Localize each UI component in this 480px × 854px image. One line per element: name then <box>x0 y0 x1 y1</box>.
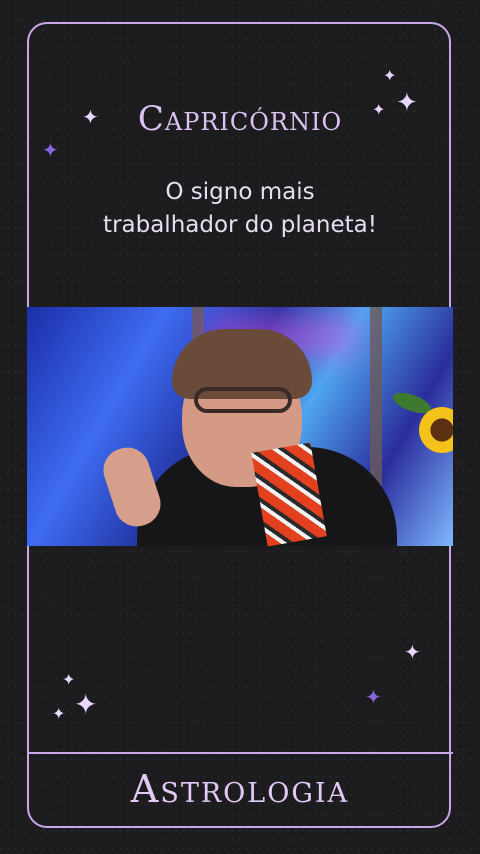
sunflower-shape <box>419 407 453 453</box>
sparkle-icon: ✦ <box>62 670 76 689</box>
sparkle-icon: ✦ <box>404 640 421 664</box>
sparkle-icon: ✦ <box>383 66 397 85</box>
page-title: Capricórnio <box>137 99 343 139</box>
presenter-glasses <box>194 387 292 413</box>
footer-divider <box>27 752 453 754</box>
sparkle-icon: ✦ <box>52 704 66 723</box>
sparkle-icon: ✦ <box>42 138 59 162</box>
page-subtitle: O signo mais trabalhador do planeta! <box>103 179 377 238</box>
sparkle-icon: ✦ <box>365 685 382 709</box>
footer-label: Astrologia <box>130 767 350 811</box>
sparkle-icon: ✦ <box>74 688 98 721</box>
video-player[interactable] <box>27 307 453 546</box>
